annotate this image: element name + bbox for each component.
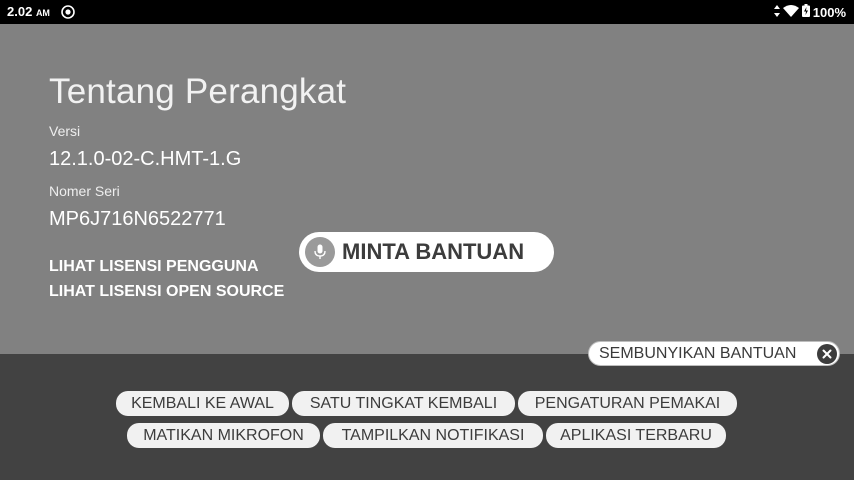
- voice-command-panel: [0, 354, 854, 480]
- version-label: Versi: [49, 123, 81, 139]
- wifi-icon: [782, 4, 799, 20]
- hide-help-button[interactable]: SEMBUNYIKAN BANTUAN: [588, 341, 840, 366]
- media-notification-icon: [61, 5, 75, 19]
- serial-value: MP6J716N6522771: [49, 208, 226, 230]
- voice-help-button[interactable]: MINTA BANTUAN: [299, 232, 554, 272]
- data-arrows-icon: [773, 4, 780, 20]
- status-right-cluster: 100%: [773, 4, 846, 20]
- user-license-link[interactable]: LIHAT LISENSI PENGGUNA: [49, 258, 259, 276]
- command-show-notifications[interactable]: TAMPILKAN NOTIFIKASI: [323, 423, 543, 448]
- status-bar: 2.02 AM 100%: [0, 0, 854, 24]
- status-time: 2.02 AM: [7, 4, 50, 19]
- status-time-value: 2.02: [7, 4, 33, 19]
- hide-help-label: SEMBUNYIKAN BANTUAN: [599, 345, 797, 362]
- page-title: Tentang Perangkat: [49, 72, 347, 111]
- status-time-ampm: AM: [35, 8, 50, 18]
- version-value: 12.1.0-02-C.HMT-1.G: [49, 148, 242, 170]
- serial-label: Nomer Seri: [49, 183, 120, 199]
- command-go-home[interactable]: KEMBALI KE AWAL: [116, 391, 289, 416]
- battery-percent: 100%: [812, 4, 846, 20]
- open-source-license-link[interactable]: LIHAT LISENSI OPEN SOURCE: [49, 283, 284, 301]
- about-device-screen: Tentang Perangkat Versi 12.1.0-02-C.HMT-…: [0, 24, 854, 354]
- command-user-settings[interactable]: PENGATURAN PEMAKAI: [518, 391, 737, 416]
- battery-charging-icon: [801, 4, 810, 20]
- command-go-back[interactable]: SATU TINGKAT KEMBALI: [292, 391, 515, 416]
- voice-help-label: MINTA BANTUAN: [342, 239, 525, 264]
- command-mute-mic[interactable]: MATIKAN MIKROFON: [127, 423, 320, 448]
- command-recent-apps[interactable]: APLIKASI TERBARU: [546, 423, 726, 448]
- microphone-icon: [305, 237, 335, 267]
- close-icon[interactable]: [817, 344, 837, 364]
